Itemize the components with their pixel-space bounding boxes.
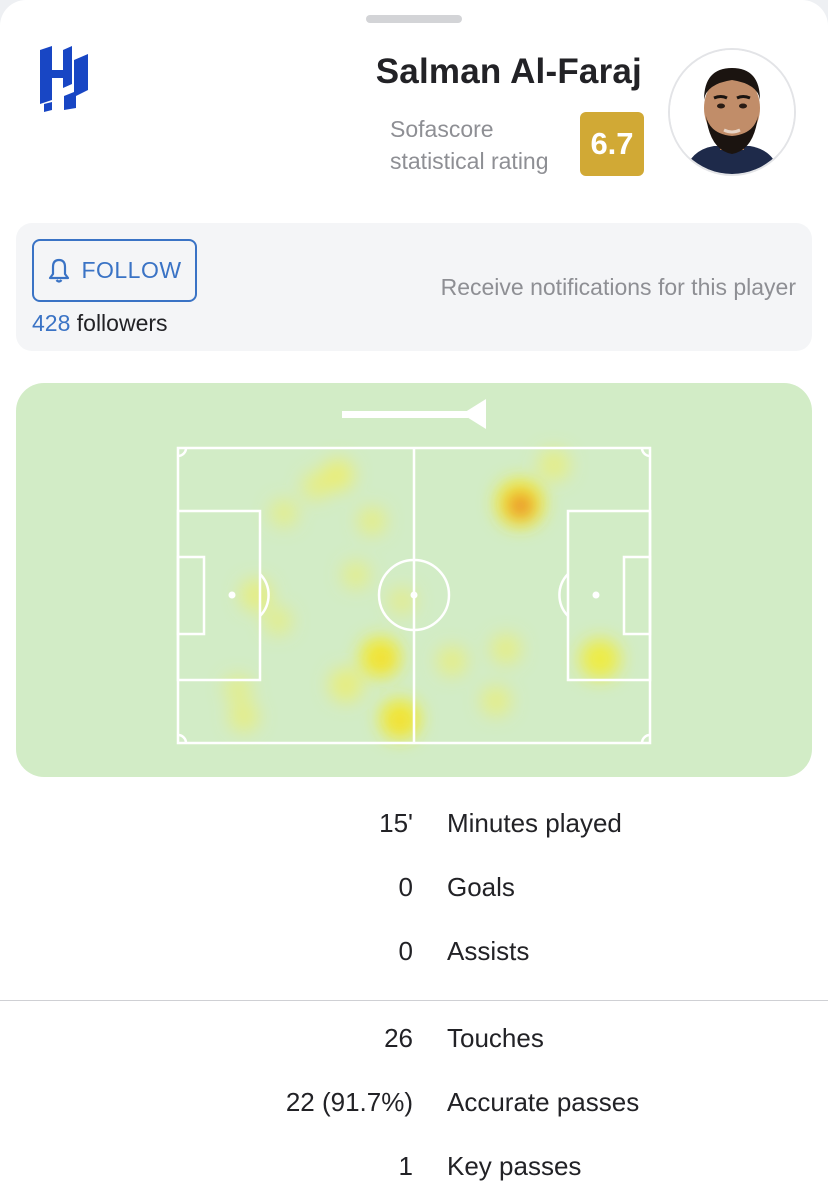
followers-count: 428 (32, 310, 71, 336)
stat-label: Key passes (447, 1151, 582, 1181)
stat-label: Touches (447, 1023, 544, 1053)
stat-label: Minutes played (447, 808, 622, 838)
stat-row: 15' Minutes played (0, 794, 828, 858)
stat-value: 0 (398, 872, 413, 902)
followers-info: 428 followers (32, 310, 168, 337)
stat-value: 15' (379, 808, 413, 838)
stat-value: 26 (384, 1023, 413, 1053)
player-name: Salman Al-Faraj (375, 52, 642, 91)
stat-row: 22 (91.7%) Accurate passes (0, 1073, 828, 1137)
stat-label: Assists (447, 936, 530, 966)
heatmap[interactable] (16, 383, 812, 777)
stat-label: Goals (447, 872, 515, 902)
stats-list: 15' Minutes played 0 Goals 0 Assists 26 Touche… (0, 794, 828, 1200)
rating-label-line2: statistical rating (390, 148, 549, 174)
club-logo-icon[interactable] (36, 44, 92, 112)
notify-text: Receive notifications for this player (440, 274, 796, 300)
stats-secondary: 26 Touches 22 (91.7%) Accurate passes 1 Key p… (0, 1009, 828, 1200)
stats-primary: 15' Minutes played 0 Goals 0 Assists (0, 794, 828, 986)
bell-icon (49, 258, 70, 283)
rating-label-line1: Sofascore (390, 116, 494, 142)
stat-row: 0 Assists (0, 922, 828, 986)
follow-card: FOLLOW 428 followers Receive notificatio… (16, 223, 812, 351)
follow-button[interactable]: FOLLOW (32, 239, 197, 302)
stat-value: 22 (91.7%) (285, 1087, 413, 1117)
attack-direction-arrow-icon (342, 399, 486, 429)
stat-row: 0 Goals (0, 858, 828, 922)
followers-label: followers (76, 310, 168, 336)
follow-button-label: FOLLOW (81, 257, 182, 283)
drag-handle[interactable] (366, 15, 462, 23)
stat-value: 1 (398, 1151, 413, 1181)
player-avatar[interactable] (668, 48, 796, 176)
rating-label: Sofascore statistical rating (390, 113, 570, 177)
stat-label: Accurate passes (447, 1087, 640, 1117)
stats-divider (0, 1000, 828, 1001)
heatmap-pitch (176, 399, 652, 745)
stat-row: 26 Touches (0, 1009, 828, 1073)
stat-row: 1 Key passes (0, 1137, 828, 1200)
player-sheet: Salman Al-Faraj Sofascore statistical ra… (0, 0, 828, 1200)
stat-value: 0 (398, 936, 413, 966)
rating-badge[interactable]: 6.7 (580, 112, 644, 176)
